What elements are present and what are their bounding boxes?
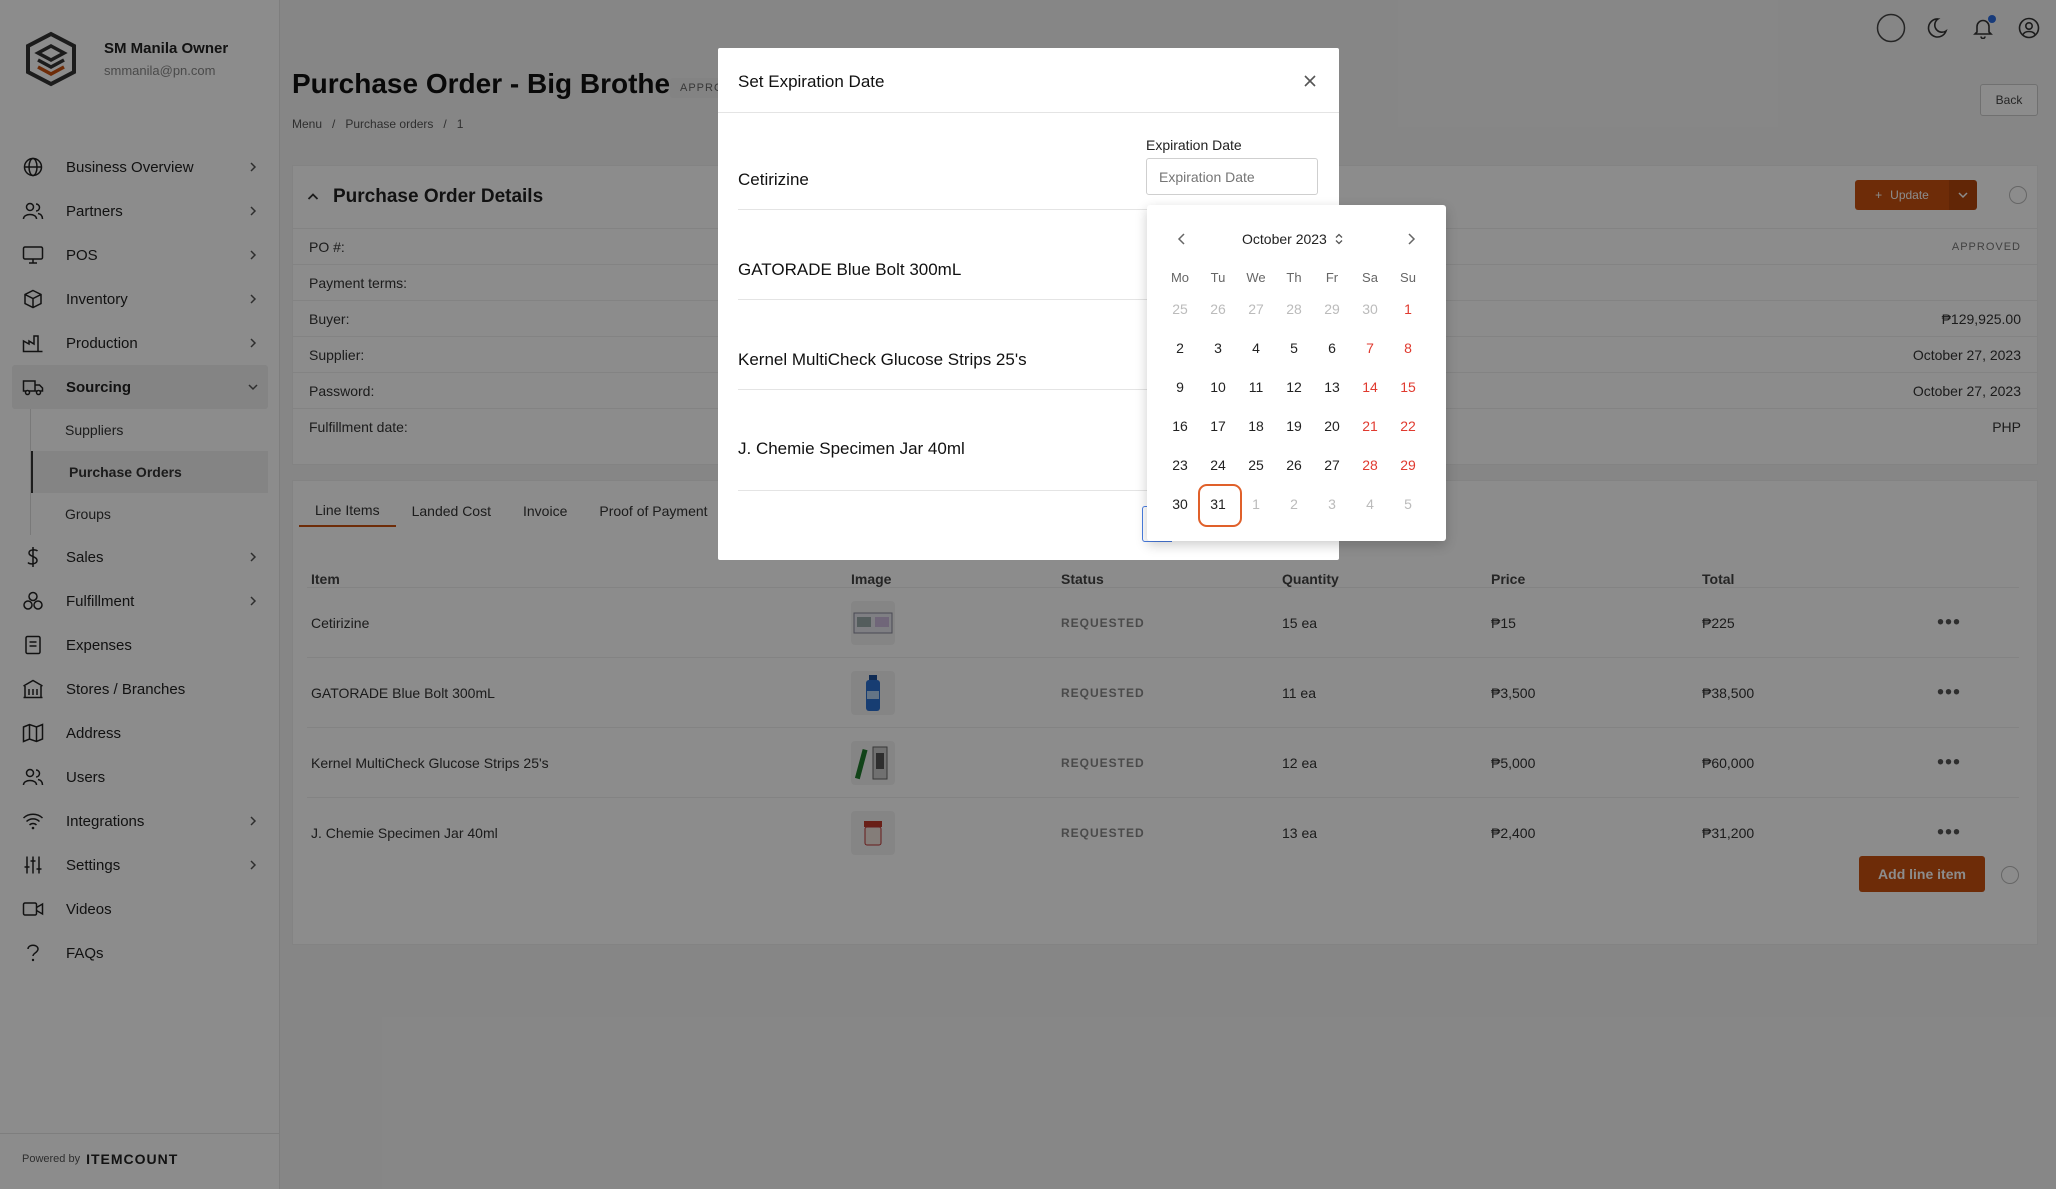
calendar-day[interactable]: 29 xyxy=(1389,445,1427,484)
weekday-label: We xyxy=(1246,269,1266,285)
calendar-day[interactable]: 6 xyxy=(1313,328,1351,367)
chevron-right-icon[interactable] xyxy=(1406,233,1416,245)
weekday-label: Tu xyxy=(1210,269,1226,285)
calendar-day[interactable]: 10 xyxy=(1199,367,1237,406)
weekday-label: Mo xyxy=(1170,269,1190,285)
calendar-day[interactable]: 2 xyxy=(1161,328,1199,367)
calendar-day[interactable]: 28 xyxy=(1351,445,1389,484)
calendar-day[interactable]: 3 xyxy=(1313,484,1351,523)
modal-item-divider xyxy=(738,299,1158,300)
calendar-day[interactable]: 30 xyxy=(1351,289,1389,328)
date-picker: October 2023 Mo Tu We Th Fr Sa Su 25 26 … xyxy=(1147,205,1446,541)
month-selector[interactable]: October 2023 xyxy=(1242,231,1343,247)
modal-item-divider xyxy=(738,490,1158,491)
calendar-day[interactable]: 30 xyxy=(1161,484,1199,523)
calendar-day-today[interactable]: 31 xyxy=(1198,484,1242,527)
expiration-date-label: Expiration Date xyxy=(1146,137,1242,153)
calendar-day[interactable]: 19 xyxy=(1275,406,1313,445)
chevron-left-icon[interactable] xyxy=(1177,233,1187,245)
calendar-day[interactable]: 15 xyxy=(1389,367,1427,406)
modal-title: Set Expiration Date xyxy=(738,72,885,91)
calendar-day[interactable]: 17 xyxy=(1199,406,1237,445)
calendar-day[interactable]: 8 xyxy=(1389,328,1427,367)
date-picker-header: October 2023 xyxy=(1147,227,1446,251)
calendar-day[interactable]: 5 xyxy=(1389,484,1427,523)
calendar-day[interactable]: 29 xyxy=(1313,289,1351,328)
calendar-day[interactable]: 7 xyxy=(1351,328,1389,367)
calendar-day[interactable]: 9 xyxy=(1161,367,1199,406)
calendar-day[interactable]: 13 xyxy=(1313,367,1351,406)
week-row: 16 17 18 19 20 21 22 xyxy=(1161,406,1427,445)
week-row: 23 24 25 26 27 28 29 xyxy=(1161,445,1427,484)
expiration-date-input[interactable] xyxy=(1146,158,1318,195)
calendar-day[interactable]: 24 xyxy=(1199,445,1237,484)
weekday-label: Th xyxy=(1286,269,1302,285)
calendar-day[interactable]: 20 xyxy=(1313,406,1351,445)
calendar-day[interactable]: 27 xyxy=(1237,289,1275,328)
close-icon[interactable] xyxy=(1303,74,1317,88)
week-row: 2 3 4 5 6 7 8 xyxy=(1161,328,1427,367)
modal-divider xyxy=(718,112,1339,113)
sort-icon xyxy=(1335,233,1343,245)
calendar-day[interactable]: 5 xyxy=(1275,328,1313,367)
calendar-day[interactable]: 28 xyxy=(1275,289,1313,328)
calendar-day[interactable]: 27 xyxy=(1313,445,1351,484)
calendar-day[interactable]: 2 xyxy=(1275,484,1313,523)
calendar-day[interactable]: 4 xyxy=(1237,328,1275,367)
calendar-day[interactable]: 25 xyxy=(1161,289,1199,328)
weekday-row: Mo Tu We Th Fr Sa Su xyxy=(1161,265,1427,289)
week-row: 30 31 1 2 3 4 5 xyxy=(1161,484,1427,527)
calendar-day[interactable]: 4 xyxy=(1351,484,1389,523)
calendar-day[interactable]: 11 xyxy=(1237,367,1275,406)
calendar-day[interactable]: 18 xyxy=(1237,406,1275,445)
calendar-day[interactable]: 1 xyxy=(1389,289,1427,328)
calendar-day[interactable]: 25 xyxy=(1237,445,1275,484)
calendar-day[interactable]: 26 xyxy=(1199,289,1237,328)
calendar-day[interactable]: 12 xyxy=(1275,367,1313,406)
calendar-day[interactable]: 1 xyxy=(1237,484,1275,523)
week-row: 25 26 27 28 29 30 1 xyxy=(1161,289,1427,328)
calendar-day[interactable]: 26 xyxy=(1275,445,1313,484)
calendar-day[interactable]: 23 xyxy=(1161,445,1199,484)
calendar-day[interactable]: 14 xyxy=(1351,367,1389,406)
weekday-label: Sa xyxy=(1362,269,1378,285)
weekday-label: Fr xyxy=(1325,269,1339,285)
week-row: 9 10 11 12 13 14 15 xyxy=(1161,367,1427,406)
calendar-grid: Mo Tu We Th Fr Sa Su 25 26 27 28 29 30 1… xyxy=(1161,265,1427,527)
calendar-day[interactable]: 3 xyxy=(1199,328,1237,367)
month-label: October 2023 xyxy=(1242,231,1327,247)
calendar-day[interactable]: 16 xyxy=(1161,406,1199,445)
modal-item-divider xyxy=(738,389,1158,390)
calendar-day[interactable]: 22 xyxy=(1389,406,1427,445)
calendar-day[interactable]: 21 xyxy=(1351,406,1389,445)
weekday-label: Su xyxy=(1400,269,1416,285)
modal-item-divider xyxy=(738,209,1158,210)
